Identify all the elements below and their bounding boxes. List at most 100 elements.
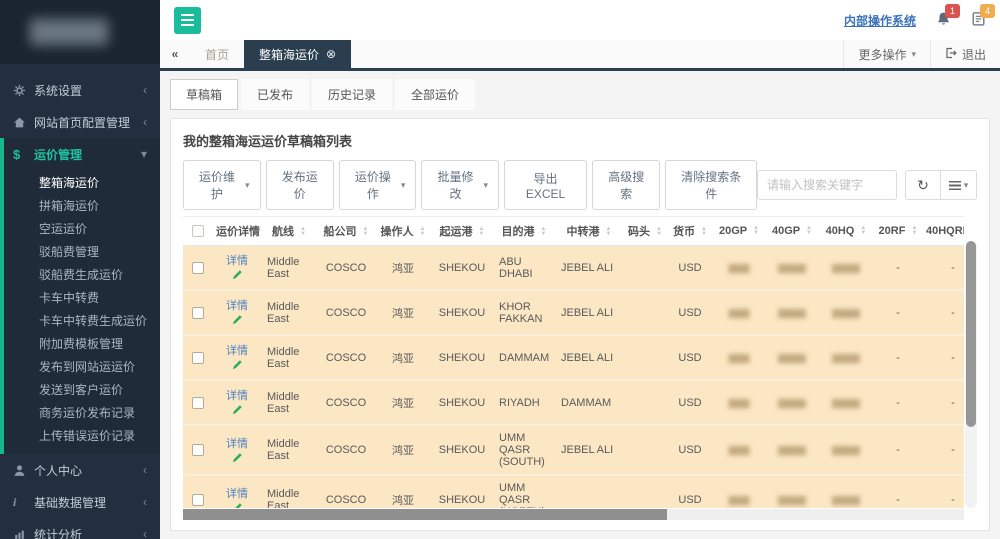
columns-button[interactable]: ▾	[941, 170, 977, 200]
page-button[interactable]: ›	[922, 530, 950, 531]
row-checkbox[interactable]	[192, 352, 204, 364]
select-all-checkbox[interactable]	[192, 225, 204, 237]
sort-icon[interactable]: ▲▼	[606, 227, 612, 237]
row-checkbox[interactable]	[192, 444, 204, 456]
detail-link[interactable]: 详情	[216, 297, 258, 313]
column-header[interactable]: 运价详情	[213, 217, 261, 246]
subtab-published[interactable]: 已发布	[241, 79, 309, 110]
sidebar-subitem[interactable]: 上传错误运价记录	[0, 425, 160, 448]
toolbar-button[interactable]: 批量修改 ▾	[421, 160, 499, 210]
page-button[interactable]: «	[733, 530, 761, 531]
sidebar-subitem[interactable]: 附加费模板管理	[0, 333, 160, 356]
sort-icon[interactable]: ▲▼	[753, 226, 759, 236]
sidebar-item-base-data[interactable]: i 基础数据管理 ‹	[0, 486, 160, 518]
column-header[interactable]: 20GP ▲▼	[713, 217, 765, 246]
subtab-all-rates[interactable]: 全部运价	[395, 79, 475, 110]
column-header[interactable]: 目的港 ▲▼	[493, 217, 555, 246]
page-button[interactable]: 5	[895, 530, 923, 531]
row-checkbox[interactable]	[192, 307, 204, 319]
toolbar-button[interactable]: 运价操作 ▾	[339, 160, 417, 210]
toolbar-button[interactable]: 发布运价	[266, 160, 334, 210]
sidebar-subitem[interactable]: 卡车中转费	[0, 287, 160, 310]
menu-toggle-button[interactable]	[174, 7, 201, 34]
collapse-tabs-icon[interactable]: «	[160, 40, 190, 68]
column-header[interactable]: 货币 ▲▼	[667, 217, 713, 246]
edit-pencil-icon[interactable]	[216, 502, 258, 509]
tab-home[interactable]: 首页	[190, 40, 244, 68]
table-row[interactable]: 详情 Middle East COSCO 鸿亚 SHEKOU UMM QASR …	[183, 425, 964, 475]
sort-icon[interactable]: ▲▼	[806, 226, 812, 236]
edit-pencil-icon[interactable]	[216, 269, 258, 283]
table-row[interactable]: 详情 Middle East COSCO 鸿亚 SHEKOU KHOR FAKK…	[183, 290, 964, 335]
column-header[interactable]: 中转港 ▲▼	[555, 217, 623, 246]
edit-pencil-icon[interactable]	[216, 452, 258, 466]
subtab-history[interactable]: 历史记录	[312, 79, 392, 110]
sidebar-item-personal-center[interactable]: 个人中心 ‹	[0, 454, 160, 486]
more-actions-button[interactable]: 更多操作 ▾	[843, 40, 930, 68]
sidebar-subitem[interactable]: 商务运价发布记录	[0, 402, 160, 425]
table-row[interactable]: 详情 Middle East COSCO 鸿亚 SHEKOU ABU DHABI…	[183, 246, 964, 291]
sidebar-subitem[interactable]: 整箱海运价	[0, 172, 160, 195]
row-checkbox[interactable]	[192, 262, 204, 274]
sidebar-item-statistics[interactable]: 统计分析 ‹	[0, 518, 160, 539]
sort-icon[interactable]: ▲▼	[541, 227, 547, 237]
table-row[interactable]: 详情 Middle East COSCO 鸿亚 SHEKOU UMM QASR …	[183, 475, 964, 508]
sort-icon[interactable]: ▲▼	[479, 227, 485, 237]
sidebar-subitem[interactable]: 拼箱海运价	[0, 195, 160, 218]
detail-link[interactable]: 详情	[216, 252, 258, 268]
sort-icon[interactable]: ▲▼	[656, 227, 662, 237]
horizontal-scrollbar[interactable]	[183, 509, 964, 520]
row-checkbox[interactable]	[192, 494, 204, 506]
page-button[interactable]: 2	[814, 530, 842, 531]
table-row[interactable]: 详情 Middle East COSCO 鸿亚 SHEKOU DAMMAM JE…	[183, 335, 964, 380]
sidebar-item-homepage-config[interactable]: 网站首页配置管理 ‹	[0, 106, 160, 138]
page-button[interactable]: 1	[787, 530, 815, 531]
sidebar-subitem[interactable]: 空运运价	[0, 218, 160, 241]
edit-pencil-icon[interactable]	[216, 314, 258, 328]
column-header[interactable]: 船公司 ▲▼	[317, 217, 375, 246]
refresh-button[interactable]: ↻	[905, 170, 941, 200]
column-header[interactable]: 40GP ▲▼	[765, 217, 819, 246]
horizontal-scrollbar-thumb[interactable]	[183, 509, 667, 520]
sort-icon[interactable]: ▲▼	[912, 226, 918, 236]
column-header[interactable]: 起运港 ▲▼	[431, 217, 493, 246]
internal-system-link[interactable]: 内部操作系统	[844, 12, 916, 29]
sidebar-subitem[interactable]: 驳船费管理	[0, 241, 160, 264]
detail-link[interactable]: 详情	[216, 485, 258, 501]
close-tab-icon[interactable]: ⊗	[326, 47, 336, 61]
detail-link[interactable]: 详情	[216, 342, 258, 358]
table-row[interactable]: 详情 Middle East COSCO 鸿亚 SHEKOU RIYADH DA…	[183, 380, 964, 425]
tab-fcl-sea-rate[interactable]: 整箱海运价 ⊗	[244, 40, 351, 68]
sort-icon[interactable]: ▲▼	[300, 227, 306, 237]
sidebar-subitem[interactable]: 发布到网站运运价	[0, 356, 160, 379]
page-button[interactable]: ‹	[760, 530, 788, 531]
sidebar-item-rate-management[interactable]: $ 运价管理 ▾	[0, 138, 160, 170]
page-button[interactable]: 4	[868, 530, 896, 531]
vertical-scrollbar[interactable]	[965, 241, 977, 508]
tasks-button[interactable]: 4	[971, 11, 986, 29]
toolbar-button[interactable]: 清除搜索条件	[665, 160, 757, 210]
column-header[interactable]: 操作人 ▲▼	[375, 217, 431, 246]
detail-link[interactable]: 详情	[216, 387, 258, 403]
edit-pencil-icon[interactable]	[216, 404, 258, 418]
row-checkbox[interactable]	[192, 397, 204, 409]
toolbar-button[interactable]: 导出EXCEL	[504, 160, 587, 210]
sidebar-subitem[interactable]: 卡车中转费生成运价	[0, 310, 160, 333]
column-header[interactable]: 航线 ▲▼	[261, 217, 317, 246]
toolbar-button[interactable]: 运价维护 ▾	[183, 160, 261, 210]
sidebar-item-system-settings[interactable]: 系统设置 ‹	[0, 74, 160, 106]
sort-icon[interactable]: ▲▼	[701, 227, 707, 237]
toolbar-button[interactable]: 高级搜索	[592, 160, 660, 210]
edit-pencil-icon[interactable]	[216, 359, 258, 373]
sort-icon[interactable]: ▲▼	[363, 227, 369, 237]
column-header[interactable]: 40HQRF ▲▼	[923, 217, 964, 246]
detail-link[interactable]: 详情	[216, 435, 258, 451]
sort-icon[interactable]: ▲▼	[860, 226, 866, 236]
search-input[interactable]	[757, 170, 897, 200]
column-header[interactable]: 码头 ▲▼	[623, 217, 667, 246]
vertical-scrollbar-thumb[interactable]	[966, 241, 976, 427]
logout-button[interactable]: 退出	[930, 40, 1000, 68]
page-button[interactable]: »	[949, 530, 977, 531]
sidebar-subitem[interactable]: 发送到客户运价	[0, 379, 160, 402]
page-button[interactable]: 3	[841, 530, 869, 531]
